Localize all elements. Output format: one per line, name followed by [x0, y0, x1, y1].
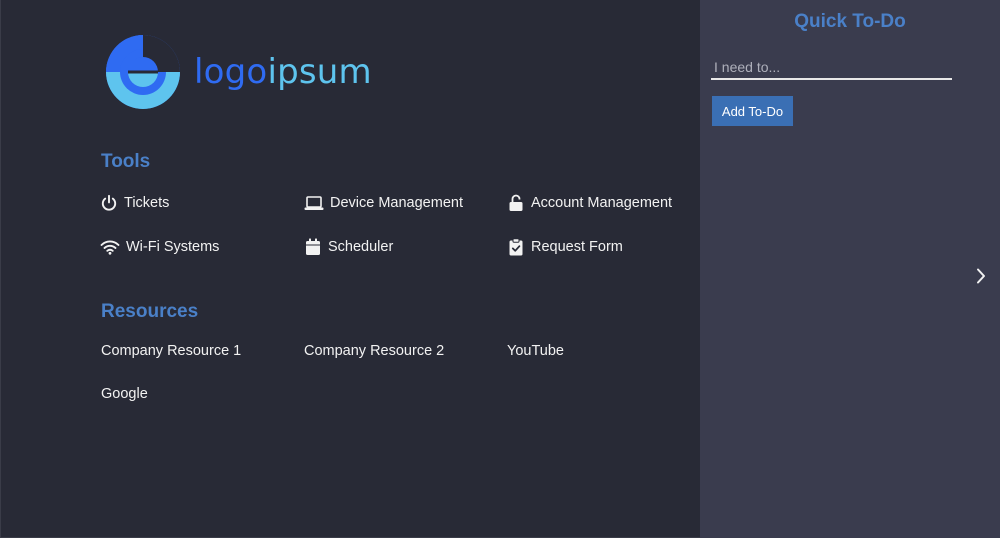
wifi-icon [100, 238, 120, 256]
resource-link-youtube[interactable]: YouTube [507, 343, 564, 359]
main-panel: logoipsum Tools Tickets Device Managemen… [0, 0, 700, 538]
tool-link-request-form[interactable]: Request Form [507, 238, 623, 256]
tool-label: Tickets [124, 195, 170, 211]
tool-label: Request Form [531, 239, 623, 255]
laptop-icon [304, 194, 324, 212]
todo-input[interactable] [711, 56, 952, 80]
tool-label: Wi-Fi Systems [126, 239, 220, 255]
power-icon [100, 194, 118, 212]
calendar-icon [304, 238, 322, 256]
tool-link-scheduler[interactable]: Scheduler [304, 238, 393, 256]
tool-label: Scheduler [328, 239, 394, 255]
tool-link-wifi-systems[interactable]: Wi-Fi Systems [100, 238, 219, 256]
quick-todo-sidebar: Quick To-Do Add To-Do [700, 0, 1000, 538]
resources-heading: Resources [101, 301, 199, 322]
logo-wordmark: logoipsum [194, 52, 372, 92]
logo-mark-icon [106, 35, 180, 109]
clipboard-check-icon [507, 238, 525, 256]
resource-link-company-resource-1[interactable]: Company Resource 1 [101, 343, 241, 359]
logo-text-part2: ipsum [267, 52, 372, 92]
todo-title: Quick To-Do [794, 11, 906, 32]
tool-label: Account Management [531, 195, 673, 211]
tool-link-device-management[interactable]: Device Management [304, 194, 463, 212]
tool-link-account-management[interactable]: Account Management [507, 194, 672, 212]
tool-label: Device Management [330, 195, 463, 211]
chevron-right-icon[interactable] [972, 264, 990, 288]
add-todo-button[interactable]: Add To-Do [712, 96, 793, 126]
resource-link-google[interactable]: Google [101, 386, 148, 402]
tools-heading: Tools [101, 151, 151, 172]
tool-link-tickets[interactable]: Tickets [100, 194, 169, 212]
logo[interactable]: logoipsum [104, 34, 372, 110]
resource-link-company-resource-2[interactable]: Company Resource 2 [304, 343, 444, 359]
logo-text-part1: logo [194, 52, 268, 92]
unlock-icon [507, 194, 525, 212]
